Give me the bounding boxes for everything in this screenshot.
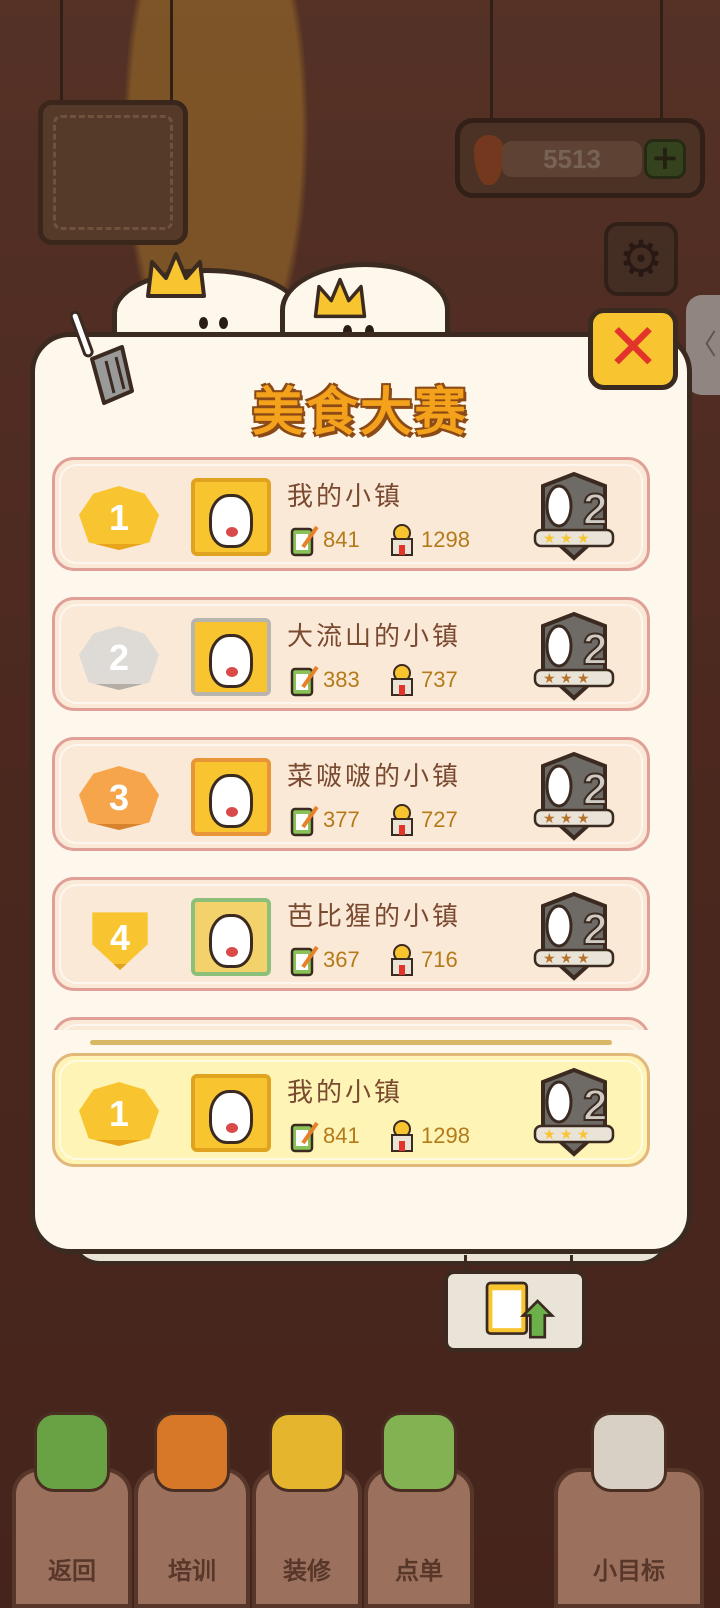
divider [90, 1040, 612, 1045]
level-badge-icon: 2 ★ ★ ★ [533, 1067, 615, 1157]
svg-text:2: 2 [583, 1081, 607, 1130]
recipe-clipboard-icon [290, 665, 319, 697]
rank-badge: 1 [79, 1082, 159, 1146]
avatar [191, 898, 271, 976]
avatar [191, 758, 271, 836]
crown-icon [146, 252, 206, 298]
dish-score: 367 [289, 942, 360, 978]
dish-score: 841 [289, 1118, 360, 1154]
popularity-score: 737 [387, 662, 458, 698]
bunny-building-icon [391, 664, 413, 696]
dish-score: 377 [289, 802, 360, 838]
nav-goal[interactable]: 小目标 [554, 1412, 704, 1608]
dish-score: 383 [289, 662, 360, 698]
back-arrow-icon [34, 1412, 110, 1492]
ranking-row[interactable]: 3 菜啵啵的小镇 377 727 2 ★ ★ ★ [52, 737, 650, 851]
bunny-building-icon [391, 1120, 413, 1152]
town-name: 我的小镇 [287, 482, 404, 512]
order-list-icon [381, 1412, 457, 1492]
rank-badge: 2 [79, 626, 159, 690]
crown-icon [313, 277, 367, 319]
avatar [191, 1074, 271, 1152]
dish-score-value: 841 [323, 527, 360, 552]
clipboard-upgrade-icon [485, 1281, 556, 1339]
popularity-score-value: 727 [421, 807, 458, 832]
avatar [191, 478, 271, 556]
popularity-score: 1298 [387, 522, 470, 558]
popularity-score-value: 1298 [421, 1123, 470, 1148]
ranking-row[interactable] [52, 1017, 650, 1030]
recipe-clipboard-icon [290, 945, 319, 977]
popularity-score: 1298 [387, 1118, 470, 1154]
recipe-clipboard-icon [290, 805, 319, 837]
town-name: 大流山的小镇 [287, 622, 462, 652]
carrot-muscle-icon [154, 1412, 230, 1492]
svg-text:★ ★ ★: ★ ★ ★ [543, 531, 590, 547]
recipe-clipboard-icon [290, 525, 319, 557]
level-badge-icon: 2 ★ ★ ★ [533, 611, 615, 701]
ranking-row[interactable]: 2 大流山的小镇 383 737 2 ★ ★ ★ [52, 597, 650, 711]
dish-score-value: 383 [323, 667, 360, 692]
town-name: 我的小镇 [287, 1078, 404, 1108]
avatar [191, 618, 271, 696]
svg-text:★ ★ ★: ★ ★ ★ [543, 811, 590, 827]
level-badge-icon: 2 ★ ★ ★ [533, 751, 615, 841]
town-name: 芭比猩的小镇 [287, 902, 462, 932]
nav-decorate[interactable]: 装修 [252, 1412, 362, 1608]
rank-badge: 4 [92, 912, 148, 970]
bunny-building-icon [391, 804, 413, 836]
town-name: 菜啵啵的小镇 [287, 762, 462, 792]
rank-badge: 3 [79, 766, 159, 830]
task-clipboard-sign[interactable] [444, 1270, 586, 1352]
builder-bunny-icon [269, 1412, 345, 1492]
ranking-list[interactable]: 1 我的小镇 841 1298 2 ★ ★ ★ 2 大流山的小镇 383 737… [52, 457, 650, 1030]
popularity-score-value: 716 [421, 947, 458, 972]
ranking-row[interactable]: 4 芭比猩的小镇 367 716 2 ★ ★ ★ [52, 877, 650, 991]
svg-text:2: 2 [583, 625, 607, 674]
nav-order[interactable]: 点单 [364, 1412, 474, 1608]
nav-training[interactable]: 培训 [134, 1412, 250, 1608]
dish-score-value: 377 [323, 807, 360, 832]
popularity-score-value: 737 [421, 667, 458, 692]
level-badge-icon: 2 ★ ★ ★ [533, 471, 615, 561]
popularity-score: 716 [387, 942, 458, 978]
level-badge-icon: 2 ★ ★ ★ [533, 891, 615, 981]
dish-score-value: 367 [323, 947, 360, 972]
svg-text:2: 2 [583, 905, 607, 954]
popularity-score: 727 [387, 802, 458, 838]
recipe-clipboard-icon [290, 1121, 319, 1153]
bunny-building-icon [391, 944, 413, 976]
bunny-building-icon [391, 524, 413, 556]
svg-text:★ ★ ★: ★ ★ ★ [543, 951, 590, 967]
ranking-row[interactable]: 1 我的小镇 841 1298 2 ★ ★ ★ [52, 457, 650, 571]
popup-title: 美食大赛 [251, 382, 468, 443]
svg-text:★ ★ ★: ★ ★ ★ [543, 1127, 590, 1143]
svg-text:★ ★ ★: ★ ★ ★ [543, 671, 590, 687]
svg-text:2: 2 [583, 765, 607, 814]
nav-back[interactable]: 返回 [12, 1412, 132, 1608]
flag-paw-icon [591, 1412, 667, 1492]
dish-score-value: 841 [323, 1123, 360, 1148]
my-rank-row[interactable]: 1 我的小镇 841 1298 2 ★ ★ ★ [52, 1053, 650, 1167]
svg-text:2: 2 [583, 485, 607, 534]
dish-score: 841 [289, 522, 360, 558]
rank-badge: 1 [79, 486, 159, 550]
popularity-score-value: 1298 [421, 527, 470, 552]
